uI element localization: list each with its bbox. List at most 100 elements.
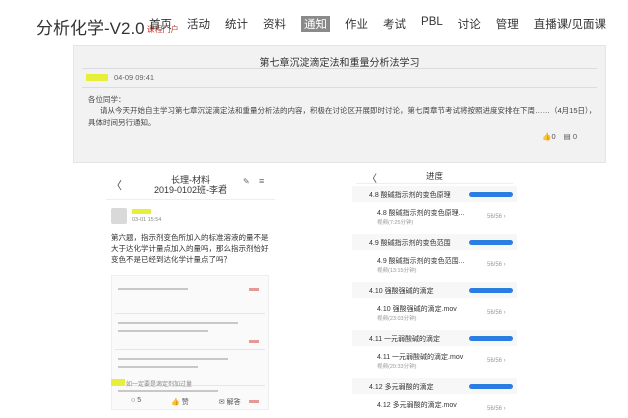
progress-bar xyxy=(469,384,513,389)
comment-count: 0 xyxy=(572,132,577,141)
progress-screenshot: 〈 进度 4.8 酸碱指示剂的变色原理 4.8 酸碱指示剂的变色原理... 视频… xyxy=(352,165,517,418)
chapter-row[interactable]: 4.10 强酸强碱的滴定 xyxy=(352,282,517,298)
avatar xyxy=(111,208,127,224)
chapter-label: 4.9 酸碱指示剂的变色范围 xyxy=(369,240,451,247)
notice-title: 第七章沉淀滴定法和重量分析法学习 xyxy=(259,58,420,69)
class-detail: 2019-0102班-李君 xyxy=(153,185,228,195)
nav-live[interactable]: 直播课/见面课 xyxy=(534,16,606,32)
view-count: 56/56 xyxy=(487,358,503,364)
post-time: 03-01 15:54 xyxy=(132,217,162,223)
image-mark xyxy=(249,340,259,343)
reply-author-redacted xyxy=(111,379,125,386)
image-line xyxy=(118,358,228,360)
video-title: 4.10 强酸强碱的滴定.mov xyxy=(377,306,457,313)
video-count: 56/56 › xyxy=(487,310,506,316)
divider xyxy=(106,199,275,200)
view-count: 56/56 xyxy=(487,310,503,316)
nav-exam[interactable]: 考试 xyxy=(383,16,406,32)
divider xyxy=(82,68,597,69)
progress-title: 进度 xyxy=(425,171,443,181)
progress-bar xyxy=(469,240,513,245)
video-title: 4.9 酸碱指示剂的变色范围... xyxy=(377,258,465,265)
like-count: 0 xyxy=(551,132,556,141)
video-duration: 视频(7:25分钟) xyxy=(377,220,414,226)
question-text: 第六题，指示剂变色所加入的标准溶液的量不是大于达化学计量点加入的量吗，那么指示剂… xyxy=(111,233,269,264)
video-count: 56/56 › xyxy=(487,214,506,220)
nav-stats[interactable]: 统计 xyxy=(225,16,248,32)
comment-count: 5 xyxy=(137,397,142,404)
notice-time: 04-09 09:41 xyxy=(114,73,155,82)
image-line xyxy=(118,366,198,368)
notice-greeting: 各位同学： xyxy=(88,95,126,104)
attached-image[interactable] xyxy=(111,275,269,410)
course-name: 分析化学-V2.0 xyxy=(36,19,145,38)
video-row[interactable]: 4.9 酸碱指示剂的变色范围... 视频(13:15分钟) 56/56 › xyxy=(352,252,517,280)
notice-card: 第七章沉淀滴定法和重量分析法学习 04-09 09:41 各位同学： 请从今天开… xyxy=(73,45,606,163)
nav-pbl[interactable]: PBL xyxy=(421,16,443,32)
chapter-row[interactable]: 4.11 一元弱酸碱的滴定 xyxy=(352,330,517,346)
image-line xyxy=(118,390,218,392)
video-title: 4.8 酸碱指示剂的变色原理... xyxy=(377,210,465,217)
image-row xyxy=(115,316,265,350)
video-title: 4.11 一元弱酸碱的滴定.mov xyxy=(377,354,464,361)
notice-stats: 👍0 ▤ 0 xyxy=(542,132,577,141)
chapter-row[interactable]: 4.8 酸碱指示剂的变色原理 xyxy=(352,186,517,202)
edit-icon[interactable]: ✎ xyxy=(243,177,250,186)
answer-label: 解答 xyxy=(226,399,241,406)
notice-body: 请从今天开始自主学习第七章沉淀滴定法和重量分析法的内容，积极在讨论区开展即时讨论… xyxy=(88,106,597,127)
image-row xyxy=(115,280,265,314)
progress-bar xyxy=(469,336,513,341)
top-nav: 首页 活动 统计 资料 通知 作业 考试 PBL 讨论 管理 直播课/见面课 xyxy=(134,16,606,32)
image-mark xyxy=(249,288,259,291)
video-count: 56/56 › xyxy=(487,406,506,412)
chapter-row[interactable]: 4.9 酸碱指示剂的变色范围 xyxy=(352,234,517,250)
like-label: 赞 xyxy=(181,399,189,406)
progress-bar xyxy=(469,192,513,197)
view-count: 56/56 xyxy=(487,406,503,412)
video-row[interactable]: 4.10 强酸强碱的滴定.mov 视频(23:03分钟) 56/56 › xyxy=(352,300,517,328)
chapter-label: 4.11 一元弱酸碱的滴定 xyxy=(369,336,441,343)
progress-bar xyxy=(469,288,513,293)
nav-home[interactable]: 首页 xyxy=(149,16,172,32)
video-row[interactable]: 4.12 多元弱酸的滴定.mov 56/56 › xyxy=(352,396,517,418)
reply-snippet: 如一定要是滴定剂加过量 xyxy=(126,382,193,388)
video-count: 56/56 › xyxy=(487,262,506,268)
like-button[interactable]: 👍0 xyxy=(542,132,556,141)
nav-notice[interactable]: 通知 xyxy=(301,16,331,32)
chevron-down-icon[interactable]: ⌄ xyxy=(221,179,228,188)
nav-homework[interactable]: 作业 xyxy=(345,16,368,32)
divider xyxy=(356,183,513,184)
chapter-label: 4.8 酸碱指示剂的变色原理 xyxy=(369,192,451,199)
image-line xyxy=(118,330,208,332)
author-name-redacted xyxy=(132,209,151,214)
image-mark xyxy=(249,400,259,403)
nav-activity[interactable]: 活动 xyxy=(187,16,210,32)
image-line xyxy=(118,288,188,290)
comment-icon: ▤ xyxy=(563,132,571,141)
comment-button[interactable]: ○ 5 xyxy=(131,397,141,407)
like-button[interactable]: 👍 赞 xyxy=(171,397,189,407)
chapter-label: 4.12 多元弱酸的滴定 xyxy=(369,384,434,391)
course-header: 分析化学-V2.0 课程门户 首页 活动 统计 资料 通知 作业 考试 PBL 讨… xyxy=(0,0,628,44)
nav-discussion[interactable]: 讨论 xyxy=(458,16,481,32)
video-duration: 视频(20:33分钟) xyxy=(377,364,417,370)
chapter-label: 4.10 强酸强碱的滴定 xyxy=(369,288,434,295)
divider xyxy=(82,87,597,88)
video-count: 56/56 › xyxy=(487,358,506,364)
nav-manage[interactable]: 管理 xyxy=(496,16,519,32)
view-count: 56/56 xyxy=(487,262,503,268)
view-count: 56/56 xyxy=(487,214,503,220)
author-name-redacted xyxy=(86,74,108,81)
comment-button[interactable]: ▤ 0 xyxy=(564,132,577,141)
menu-icon[interactable]: ≡ xyxy=(259,176,264,186)
answer-button[interactable]: ✉ 解答 xyxy=(219,397,241,407)
video-title: 4.12 多元弱酸的滴定.mov xyxy=(377,402,457,409)
image-line xyxy=(118,322,238,324)
video-duration: 视频(23:03分钟) xyxy=(377,316,417,322)
video-duration: 视频(13:15分钟) xyxy=(377,268,417,274)
chapter-row[interactable]: 4.12 多元弱酸的滴定 xyxy=(352,378,517,394)
nav-materials[interactable]: 资料 xyxy=(263,16,286,32)
video-row[interactable]: 4.8 酸碱指示剂的变色原理... 视频(7:25分钟) 56/56 › xyxy=(352,204,517,232)
video-row[interactable]: 4.11 一元弱酸碱的滴定.mov 视频(20:33分钟) 56/56 › xyxy=(352,348,517,376)
post-footer: ○ 5 👍 赞 ✉ 解答 xyxy=(131,397,241,407)
